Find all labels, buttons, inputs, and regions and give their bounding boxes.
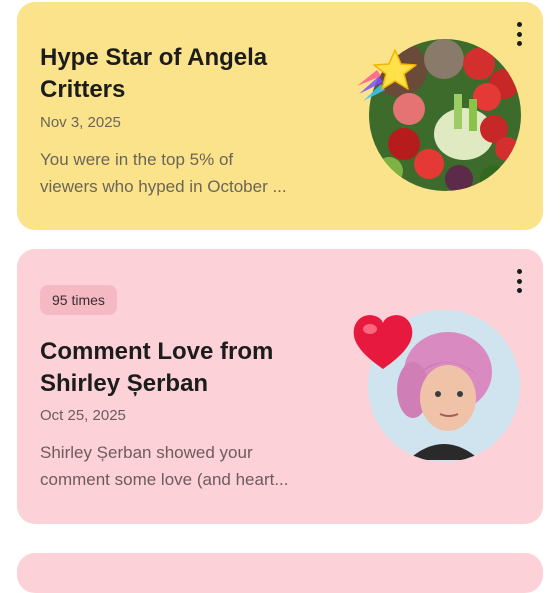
shooting-star-icon	[355, 46, 417, 109]
next-card-peek[interactable]	[17, 553, 543, 593]
heart-icon	[350, 311, 416, 378]
card-title: Hype Star of Angela Critters	[40, 44, 268, 103]
card-date: Nov 3, 2025	[40, 114, 121, 131]
more-options-button[interactable]	[509, 20, 529, 48]
dot	[516, 288, 522, 293]
dot	[516, 278, 522, 284]
dot	[516, 31, 522, 37]
card-description: Shirley Șerban showed your comment some …	[40, 443, 289, 489]
dot	[516, 269, 522, 274]
more-options-button[interactable]	[509, 267, 529, 295]
dot	[516, 22, 522, 27]
comment-love-card[interactable]: 95 times Comment Love from Shirley Șerba…	[17, 249, 543, 524]
count-badge: 95 times	[40, 285, 117, 315]
card-title: Comment Love from Shirley Șerban	[40, 338, 274, 397]
card-date: Oct 25, 2025	[40, 407, 126, 424]
dot	[516, 41, 522, 46]
card-description: You were in the top 5% of viewers who hy…	[40, 150, 287, 196]
hype-star-card[interactable]: Hype Star of Angela Critters Nov 3, 2025…	[17, 2, 543, 230]
